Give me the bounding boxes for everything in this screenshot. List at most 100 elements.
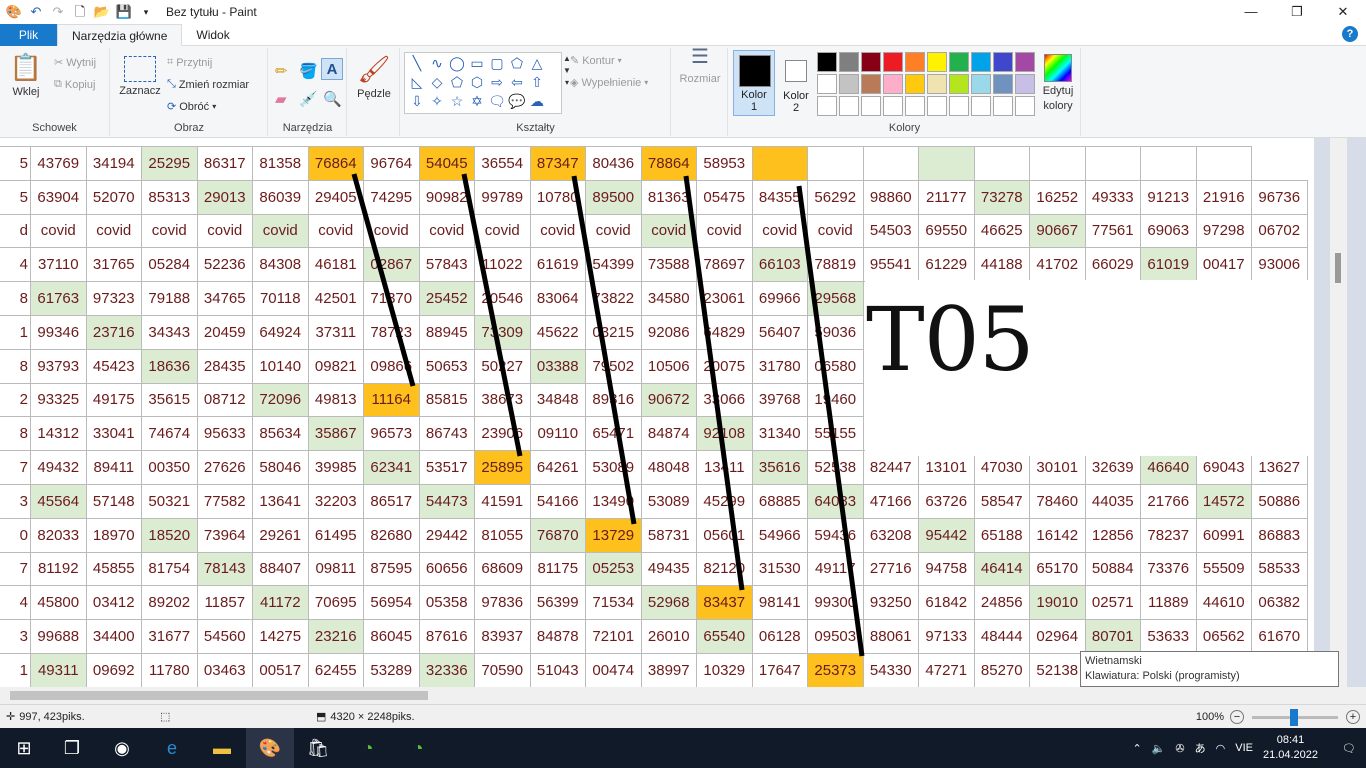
palette-color-swatch[interactable] [839, 52, 859, 72]
color1-button[interactable]: Kolor 1 [733, 50, 775, 116]
zoom-slider-knob[interactable] [1290, 708, 1298, 726]
app-icon-1[interactable]: ◉ [98, 728, 146, 768]
store-icon[interactable]: 🛍 [294, 728, 342, 768]
line-shape-icon[interactable]: ╲ [407, 54, 427, 73]
minimize-button[interactable]: — [1228, 0, 1274, 24]
palette-color-swatch[interactable] [993, 74, 1013, 94]
callout-rect-shape-icon[interactable]: 🗨 [487, 92, 507, 111]
palette-color-swatch[interactable] [861, 74, 881, 94]
tab-widok[interactable]: Widok [182, 24, 243, 46]
star5-shape-icon[interactable]: ☆ [447, 92, 467, 111]
cut-button[interactable]: ✂ Wytnij [54, 56, 96, 70]
copy-button[interactable]: ⧉ Kopiuj [54, 78, 95, 91]
magnifier-icon[interactable]: 🔍 [323, 90, 342, 108]
new-file-icon[interactable]: 🗋 [70, 2, 90, 22]
palette-color-swatch[interactable] [949, 52, 969, 72]
palette-color-swatch[interactable] [1015, 74, 1035, 94]
palette-color-swatch[interactable] [927, 52, 947, 72]
palette-color-swatch[interactable] [1015, 52, 1035, 72]
tab-narzedzia-glowne[interactable]: Narzędzia główne [57, 24, 183, 46]
save-icon[interactable]: 💾 [114, 2, 134, 22]
wifi-icon[interactable]: ◠ [1216, 742, 1226, 755]
palette-color-swatch[interactable] [905, 74, 925, 94]
rectangle-shape-icon[interactable]: ▭ [467, 54, 487, 73]
zoom-out-icon[interactable]: − [1230, 710, 1244, 724]
size-button[interactable]: ☰ Rozmiar [680, 47, 721, 85]
paint-app-icon[interactable]: 🎨 [4, 2, 24, 22]
volume-icon[interactable]: 🔈 [1152, 742, 1166, 755]
palette-color-swatch[interactable] [971, 74, 991, 94]
tab-plik[interactable]: Plik [0, 24, 57, 46]
zoom-slider[interactable] [1252, 708, 1338, 726]
palette-color-swatch[interactable] [883, 74, 903, 94]
hexagon-shape-icon[interactable]: ⬡ [467, 73, 487, 92]
star6-shape-icon[interactable]: ✡ [467, 92, 487, 111]
triangle-shape-icon[interactable]: △ [527, 54, 547, 73]
callout-oval-shape-icon[interactable]: 💬 [507, 92, 527, 111]
cloud-shape-icon[interactable]: ☁ [527, 92, 547, 111]
language-indicator[interactable]: VIE [1235, 742, 1253, 754]
maximize-button[interactable]: ❐ [1274, 0, 1320, 24]
redo-icon[interactable]: ↷ [48, 2, 68, 22]
palette-color-swatch[interactable] [905, 52, 925, 72]
palette-color-swatch[interactable] [971, 52, 991, 72]
edge-icon[interactable]: e [148, 728, 196, 768]
arrow-up-shape-icon[interactable]: ⇧ [527, 73, 547, 92]
palette-color-swatch[interactable] [839, 74, 859, 94]
crop-button[interactable]: ⌗ Przytnij [167, 56, 212, 69]
zoom-in-icon[interactable]: + [1346, 710, 1360, 724]
pencil-icon[interactable]: ✏ [275, 62, 288, 80]
palette-color-swatch[interactable] [817, 52, 837, 72]
vertical-scrollbar[interactable] [1330, 138, 1347, 687]
arrow-right-shape-icon[interactable]: ⇨ [487, 73, 507, 92]
arrow-left-shape-icon[interactable]: ⇦ [507, 73, 527, 92]
app-icon-2[interactable]: ◔ [344, 728, 392, 768]
chevron-up-icon[interactable]: ⌃ [1132, 742, 1141, 755]
canvas-area[interactable]: 5 43769 34194 25295 86317 81358 76864 96764 5404… [0, 138, 1366, 687]
color2-button[interactable]: Kolor 2 [778, 50, 814, 116]
palette-color-swatch[interactable] [817, 74, 837, 94]
shapes-gallery[interactable]: ╲ ∿ ◯ ▭ ▢ ⬠ △ ◺ ◇ ⬠ ⬡ ⇨ ⇦ ⇧ ⇩ ✧ ☆ ✡ 🗨 💬 ☁ [404, 52, 562, 114]
app-icon-3[interactable]: ◔ [394, 728, 442, 768]
outline-button[interactable]: ✎ Kontur ▾ [570, 54, 622, 68]
fill-bucket-icon[interactable]: 🪣 [299, 62, 318, 80]
diamond-shape-icon[interactable]: ◇ [427, 73, 447, 92]
palette-color-swatch[interactable] [993, 52, 1013, 72]
undo-icon[interactable]: ↶ [26, 2, 46, 22]
edit-colors-button[interactable]: Edytuj kolory [1040, 54, 1076, 112]
help-icon[interactable]: ? [1342, 26, 1358, 42]
open-file-icon[interactable]: 📂 [92, 2, 112, 22]
curve-shape-icon[interactable]: ∿ [427, 54, 447, 73]
network-icon[interactable]: ✇ [1175, 742, 1184, 755]
palette-color-swatch[interactable] [883, 52, 903, 72]
arrow-down-shape-icon[interactable]: ⇩ [407, 92, 427, 111]
right-triangle-shape-icon[interactable]: ◺ [407, 73, 427, 92]
palette-color-swatch[interactable] [949, 74, 969, 94]
horizontal-scroll-thumb[interactable] [10, 691, 428, 700]
oval-shape-icon[interactable]: ◯ [447, 54, 467, 73]
color-picker-icon[interactable]: 💉 [299, 90, 318, 108]
task-view-icon[interactable]: ❐ [48, 728, 96, 768]
select-button[interactable]: Zaznacz [119, 56, 161, 97]
eraser-icon[interactable]: ▰ [275, 90, 287, 108]
text-tool-icon[interactable]: A [321, 58, 343, 80]
windows-start-icon[interactable]: ⊞ [0, 728, 48, 768]
file-explorer-icon[interactable]: ▬ [198, 728, 246, 768]
fill-button[interactable]: ◈ Wypełnienie ▾ [570, 76, 648, 90]
pentagon-shape-icon[interactable]: ⬠ [447, 73, 467, 92]
ime-icon[interactable]: あ [1195, 740, 1206, 756]
notification-icon[interactable]: 🗨 [1342, 742, 1356, 755]
palette-color-swatch[interactable] [861, 52, 881, 72]
close-button[interactable]: ✕ [1320, 0, 1366, 24]
customize-icon[interactable]: ▾ [136, 2, 156, 22]
brushes-button[interactable]: 🖌 Pędzle [356, 54, 392, 100]
rounded-rect-shape-icon[interactable]: ▢ [487, 54, 507, 73]
palette-color-swatch[interactable] [927, 74, 947, 94]
vertical-scroll-thumb[interactable] [1335, 253, 1341, 283]
star4-shape-icon[interactable]: ✧ [427, 92, 447, 111]
clock[interactable]: 08:41 21.04.2022 [1263, 733, 1318, 763]
rotate-button[interactable]: ⟳ Obróć ▾ [167, 100, 216, 114]
image-canvas[interactable]: 5 43769 34194 25295 86317 81358 76864 96764 5404… [0, 138, 1314, 687]
paste-button[interactable]: 📋 Wklej [8, 52, 44, 98]
resize-button[interactable]: ⤡ Zmień rozmiar [167, 78, 249, 91]
